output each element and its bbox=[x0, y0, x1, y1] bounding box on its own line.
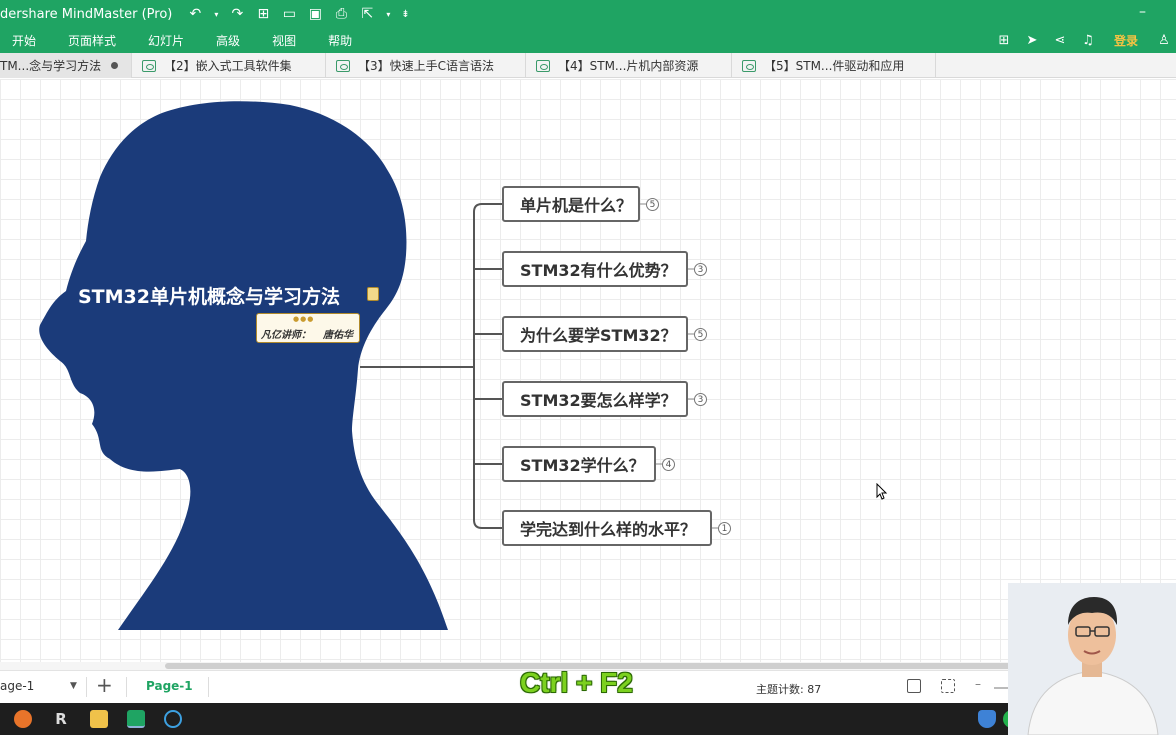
badge-name: 唐佑华 bbox=[323, 330, 353, 341]
lecturer-badge: ●●● 凡亿讲师： 唐佑华 bbox=[256, 313, 360, 343]
shortcut-overlay: Ctrl + F2 bbox=[520, 667, 633, 698]
mouse-cursor-icon bbox=[876, 483, 888, 500]
tab-document-4[interactable]: 【4】STM...片机内部资源 bbox=[526, 53, 732, 78]
page-select-value: age-1 bbox=[0, 679, 35, 693]
minimize-button[interactable]: – bbox=[1139, 4, 1146, 20]
branch-topic[interactable]: STM32学什么？ bbox=[502, 446, 656, 482]
tab-document-5[interactable]: 【5】STM...件驱动和应用 bbox=[732, 53, 936, 78]
webcam-overlay bbox=[1008, 583, 1176, 735]
head-shape bbox=[39, 101, 448, 631]
chevron-down-icon: ▼ bbox=[70, 681, 77, 691]
tab-document-1[interactable]: TM...念与学习方法 bbox=[0, 53, 132, 78]
central-topic[interactable]: STM32单片机概念与学习方法 bbox=[78, 282, 340, 309]
quick-access-toolbar: ↶ ▾ ↷ ⊞ ▭ ▣ ⎙ ⇱ ▾ ⇟ bbox=[186, 6, 410, 22]
fit-page-icon[interactable] bbox=[907, 679, 921, 693]
divider bbox=[208, 677, 209, 697]
shield-icon[interactable] bbox=[978, 710, 996, 728]
menu-item-slides[interactable]: 幻灯片 bbox=[148, 32, 184, 49]
mindmap-file-icon bbox=[742, 59, 756, 72]
window-title: dershare MindMaster (Pro) bbox=[0, 6, 173, 22]
branch-topic[interactable]: 单片机是什么？ bbox=[502, 186, 640, 222]
page-tab[interactable]: Page-1 bbox=[146, 679, 193, 693]
mindmap-file-icon bbox=[142, 59, 156, 72]
search-icon[interactable] bbox=[164, 710, 182, 728]
page-select[interactable]: age-1 ▼ bbox=[0, 679, 80, 693]
mindmap-file-icon bbox=[536, 59, 550, 72]
dropdown-icon[interactable]: ▾ bbox=[384, 10, 392, 19]
divider bbox=[86, 677, 87, 697]
branch-topic[interactable]: 学完达到什么样的水平？ bbox=[502, 510, 712, 546]
tab-label: TM...念与学习方法 bbox=[0, 59, 102, 73]
open-icon[interactable]: ▭ bbox=[280, 6, 298, 22]
shirt-icon[interactable]: ♙ bbox=[1156, 33, 1172, 49]
subtopic-count-badge[interactable]: 5 bbox=[646, 198, 659, 211]
subtopic-count-badge[interactable]: 3 bbox=[694, 263, 707, 276]
send-icon[interactable]: ➤ bbox=[1024, 33, 1040, 49]
unsaved-dot-icon bbox=[111, 62, 119, 69]
branch-topic[interactable]: 为什么要学STM32？ bbox=[502, 316, 688, 352]
undo-icon[interactable]: ↶ bbox=[186, 6, 204, 22]
subtopic-count-badge[interactable]: 5 bbox=[694, 328, 707, 341]
mindmap-canvas[interactable]: STM32单片机概念与学习方法 ●●● 凡亿讲师： 唐佑华 单片机是什么？ 5 … bbox=[0, 79, 1176, 664]
menu-item-advanced[interactable]: 高级 bbox=[216, 32, 240, 49]
head-silhouette bbox=[39, 101, 718, 631]
mindmap-file-icon bbox=[336, 59, 350, 72]
tab-document-3[interactable]: 【3】快速上手C语言语法 bbox=[326, 53, 526, 78]
fullscreen-icon[interactable] bbox=[941, 679, 955, 693]
menu-item-view[interactable]: 视图 bbox=[272, 32, 296, 49]
menu-item-page-style[interactable]: 页面样式 bbox=[68, 32, 116, 49]
menu-item-help[interactable]: 帮助 bbox=[328, 32, 352, 49]
share-icon[interactable]: ⋖ bbox=[1052, 33, 1068, 49]
tab-label: 【4】STM...片机内部资源 bbox=[558, 59, 699, 73]
taskbar: R bbox=[0, 703, 1176, 735]
tab-label: 【5】STM...件驱动和应用 bbox=[764, 59, 905, 73]
fullscreen-icon[interactable]: ⊞ bbox=[996, 33, 1012, 49]
note-icon[interactable] bbox=[367, 287, 379, 301]
export-icon[interactable]: ⇱ bbox=[358, 6, 376, 22]
tab-label: 【2】嵌入式工具软件集 bbox=[164, 59, 292, 73]
menu-item-start[interactable]: 开始 bbox=[12, 32, 36, 49]
app-r-icon[interactable]: R bbox=[52, 710, 70, 728]
branch-topic[interactable]: STM32要怎么样学？ bbox=[502, 381, 688, 417]
folder-icon[interactable] bbox=[90, 710, 108, 728]
add-page-button[interactable]: + bbox=[96, 673, 113, 697]
status-bar: age-1 ▼ + Page-1 Ctrl + F2 主题计数: 87 – bbox=[0, 667, 1176, 703]
tab-label: 【3】快速上手C语言语法 bbox=[358, 59, 495, 73]
subtopic-count-badge[interactable]: 3 bbox=[694, 393, 707, 406]
bell-icon[interactable]: ♫ bbox=[1080, 33, 1096, 49]
branch-topic[interactable]: STM32有什么优势？ bbox=[502, 251, 688, 287]
title-bar: dershare MindMaster (Pro) ↶ ▾ ↷ ⊞ ▭ ▣ ⎙ … bbox=[0, 0, 1176, 28]
mindmaster-icon[interactable] bbox=[127, 710, 145, 728]
menu-bar: 开始 页面样式 幻灯片 高级 视图 帮助 ⊞ ➤ ⋖ ♫ 登录 ♙ bbox=[0, 28, 1176, 53]
redo-icon[interactable]: ↷ bbox=[228, 6, 246, 22]
save-icon[interactable]: ▣ bbox=[306, 6, 324, 22]
customize-icon[interactable]: ⇟ bbox=[400, 9, 410, 20]
divider bbox=[126, 677, 127, 697]
browser-icon[interactable] bbox=[14, 710, 32, 728]
tab-document-2[interactable]: 【2】嵌入式工具软件集 bbox=[132, 53, 326, 78]
topic-count: 主题计数: 87 bbox=[756, 683, 822, 696]
subtopic-count-badge[interactable]: 1 bbox=[718, 522, 731, 535]
dropdown-icon[interactable]: ▾ bbox=[212, 10, 220, 19]
subtopic-count-badge[interactable]: 4 bbox=[662, 458, 675, 471]
login-button[interactable]: 登录 bbox=[1114, 32, 1138, 49]
print-icon[interactable]: ⎙ bbox=[332, 6, 350, 22]
presenter-video bbox=[1008, 583, 1176, 735]
document-tabs: TM...念与学习方法 【2】嵌入式工具软件集 【3】快速上手C语言语法 【4】… bbox=[0, 53, 1176, 78]
badge-label: 凡亿讲师： bbox=[261, 330, 311, 341]
badge-decoration: ●●● bbox=[293, 315, 315, 323]
new-icon[interactable]: ⊞ bbox=[254, 6, 272, 22]
zoom-out-button[interactable]: – bbox=[975, 677, 981, 691]
